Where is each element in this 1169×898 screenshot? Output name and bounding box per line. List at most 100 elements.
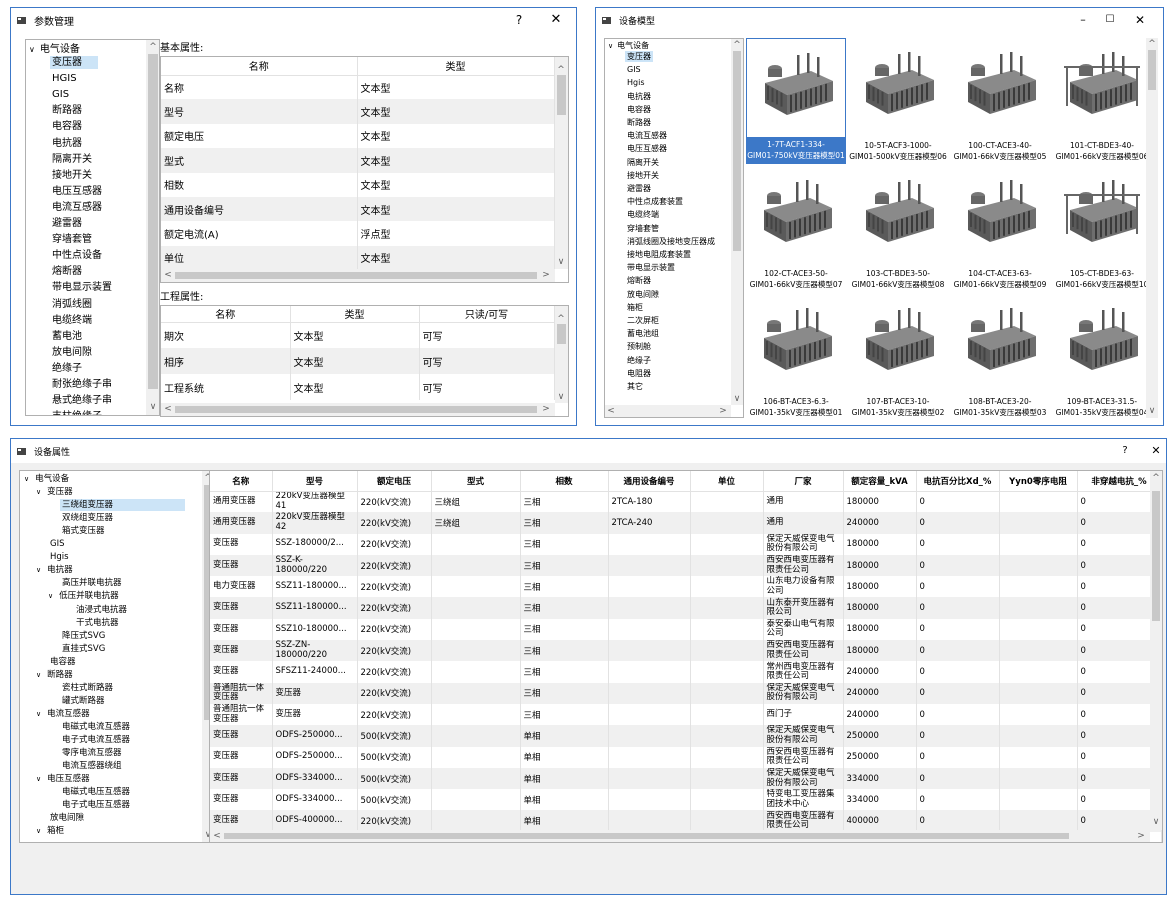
close-button[interactable]: ✕ — [1146, 443, 1166, 459]
tree-item[interactable]: 支柱绝缘子 — [50, 410, 102, 415]
tree-item[interactable]: 预制舱 — [625, 341, 653, 352]
column-header[interactable]: 单位 — [690, 471, 764, 492]
scroll-up-icon[interactable]: ^ — [1151, 473, 1161, 483]
scroll-up-icon[interactable]: ^ — [556, 65, 566, 75]
expand-icon[interactable]: ∨ — [24, 475, 29, 483]
tree-item[interactable]: 带电显示装置 — [625, 262, 677, 273]
scroll-right-icon[interactable]: > — [541, 270, 551, 280]
table-row[interactable]: 变压器 SSZ-K-180000/220 220(kV交流) 三相 西安西电变压器有限责… — [210, 554, 1162, 577]
tree-item[interactable]: ∨ 箱柜 — [36, 825, 64, 837]
table-row[interactable]: 通用变压器 220kV变压器模型42 220(kV交流) 三绕组 三相 2TCA-240 通… — [210, 512, 1162, 534]
tree-item[interactable]: 干式电抗器 — [62, 617, 119, 629]
tree-item[interactable]: 消弧线圈 — [50, 298, 92, 311]
tree-item[interactable]: 电子式电压互感器 — [48, 799, 130, 811]
scroll-down-icon[interactable]: ∨ — [556, 257, 566, 267]
thumb-vscroll[interactable]: ^ ∨ — [1146, 38, 1158, 418]
eng-vscroll[interactable]: ^ ∨ — [555, 306, 568, 403]
tree-item[interactable]: 避雷器 — [50, 217, 82, 230]
tree-item[interactable]: 降压式SVG — [48, 630, 105, 642]
tree-item[interactable]: 隔离开关 — [625, 157, 661, 168]
tree-item[interactable]: 电压互感器 — [50, 185, 102, 198]
scroll-up-icon[interactable]: ^ — [732, 40, 742, 50]
scroll-thumb[interactable] — [175, 272, 537, 279]
tree-item[interactable]: ∨ 电压互感器 — [36, 773, 90, 785]
tree-item[interactable]: 变压器 — [625, 51, 653, 62]
expand-icon[interactable]: ∨ — [36, 775, 41, 783]
tree-item[interactable]: 断路器 — [625, 117, 653, 128]
table-row[interactable]: 变压器 SSZ10-180000... 220(kV交流) 三相 泰安泰山电气有限公司 1… — [210, 618, 1162, 641]
scroll-down-icon[interactable]: ∨ — [148, 402, 158, 412]
expand-icon[interactable]: ∨ — [36, 827, 41, 835]
scroll-thumb[interactable] — [557, 75, 566, 115]
scroll-right-icon[interactable]: > — [718, 406, 728, 416]
tree-item[interactable]: 接地开关 — [50, 169, 92, 182]
tree-item[interactable]: 耐张绝缘子串 — [50, 378, 112, 391]
table-row[interactable]: 变压器 ODFS-250000... 500(kV交流) 单相 保定天威保变电气股份有限… — [210, 725, 1162, 747]
maximize-button[interactable]: ☐ — [1100, 12, 1120, 28]
tree-item[interactable]: 放电间隙 — [36, 812, 84, 824]
column-header[interactable]: 通用设备编号 — [608, 471, 691, 492]
expand-icon[interactable]: ∨ — [36, 710, 41, 718]
tree-item[interactable]: 直挂式SVG — [48, 643, 105, 655]
expand-icon[interactable]: ∨ — [29, 45, 35, 54]
table-row[interactable]: 型式 文本型 — [161, 148, 555, 173]
model-thumbnail[interactable]: 104-CT-ACE3-63- GIM01-66kV变压器模型09 — [950, 166, 1050, 292]
scroll-left-icon[interactable]: < — [163, 270, 173, 280]
model-tree-vscroll[interactable]: ^ ∨ — [731, 39, 743, 405]
tree-item[interactable]: 双绕组变压器 — [48, 512, 113, 524]
tree-item[interactable]: 箱式变压器 — [48, 525, 105, 537]
tree-item[interactable]: 悬式绝缘子串 — [50, 394, 112, 407]
tree-item[interactable]: 二次屏柜 — [625, 315, 661, 326]
basic-hscroll[interactable]: < > — [161, 269, 555, 282]
tree-item[interactable]: ∨ 电流互感器 — [36, 708, 90, 720]
table-row[interactable]: 单位 文本型 — [161, 245, 555, 271]
tree-item[interactable]: ∨ 变压器 — [36, 486, 73, 498]
tree-item[interactable]: 电流互感器 — [50, 201, 102, 214]
tree-item[interactable]: 油浸式电抗器 — [62, 604, 127, 616]
attr-vscroll[interactable]: ^ ∨ — [1150, 471, 1162, 830]
table-row[interactable]: 通用变压器 220kV变压器模型41 220(kV交流) 三绕组 三相 2TCA-180 通… — [210, 491, 1162, 513]
tree-item[interactable]: 电阻器 — [625, 368, 653, 379]
model-thumbnail[interactable]: 105-CT-BDE3-63- GIM01-66kV变压器模型10 — [1052, 166, 1152, 292]
tree-item[interactable]: 高压并联电抗器 — [48, 577, 122, 589]
table-row[interactable]: 通用设备编号 文本型 — [161, 196, 555, 222]
close-button[interactable]: ✕ — [1130, 12, 1150, 28]
table-row[interactable]: 变压器 SSZ-ZN-180000/220 220(kV交流) 三相 西安西电变压器有限… — [210, 640, 1162, 662]
tree-item[interactable]: 熔断器 — [50, 265, 82, 278]
tree-item[interactable]: 蓄电池 — [50, 330, 82, 343]
tree-item[interactable]: Hgis — [625, 77, 646, 88]
expand-icon[interactable]: ∨ — [36, 566, 41, 574]
tree-item[interactable]: 电子式电流互感器 — [48, 734, 130, 746]
tree-item[interactable]: 瓷柱式断路器 — [48, 682, 113, 694]
table-row[interactable]: 型号 文本型 — [161, 99, 555, 124]
params-tree-vscroll[interactable]: ^ ∨ — [146, 40, 159, 415]
scroll-thumb[interactable] — [557, 324, 566, 344]
tree-item[interactable]: 电抗器 — [625, 91, 653, 102]
table-row[interactable]: 额定电流(A) 浮点型 — [161, 221, 555, 246]
column-header[interactable]: 额定电压 — [357, 471, 432, 492]
table-row[interactable]: 变压器 SFSZ11-24000... 220(kV交流) 三相 常州西电变压器有限责任… — [210, 661, 1162, 683]
tree-item[interactable]: 电容器 — [36, 656, 76, 668]
tree-item[interactable]: 电流互感器绕组 — [48, 760, 122, 772]
model-thumbnail[interactable]: 109-BT-ACE3-31.5- GIM01-35kV变压器模型04 — [1052, 294, 1152, 418]
tree-item[interactable]: 其它 — [625, 381, 645, 392]
tree-item[interactable]: 电流互感器 — [625, 130, 669, 141]
column-header[interactable]: 额定容量_kVA — [843, 471, 917, 492]
attr-hscroll[interactable]: < > — [210, 830, 1150, 842]
tree-item[interactable]: 中性点成套装置 — [625, 196, 685, 207]
tree-item[interactable]: 三绕组变压器 — [48, 499, 185, 512]
tree-root[interactable]: ∨ 电气设备 — [29, 43, 80, 56]
table-row[interactable]: 相数 文本型 — [161, 172, 555, 197]
tree-item[interactable]: 绝缘子 — [50, 362, 82, 375]
scroll-left-icon[interactable]: < — [212, 831, 222, 841]
minimize-button[interactable]: – — [1073, 12, 1093, 28]
column-header[interactable]: 只读/可写 — [419, 306, 555, 323]
tree-item[interactable]: Hgis — [36, 551, 69, 563]
column-header[interactable]: 非穿越电抗_% — [1077, 471, 1162, 492]
column-header[interactable]: 电抗百分比Xd_% — [916, 471, 1000, 492]
scroll-right-icon[interactable]: > — [1136, 831, 1146, 841]
tree-item[interactable]: 中性点设备 — [50, 249, 102, 262]
column-header[interactable]: 类型 — [290, 306, 420, 323]
column-header[interactable]: 型号 — [272, 471, 358, 492]
model-thumbnail[interactable]: 108-BT-ACE3-20- GIM01-35kV变压器模型03 — [950, 294, 1050, 418]
